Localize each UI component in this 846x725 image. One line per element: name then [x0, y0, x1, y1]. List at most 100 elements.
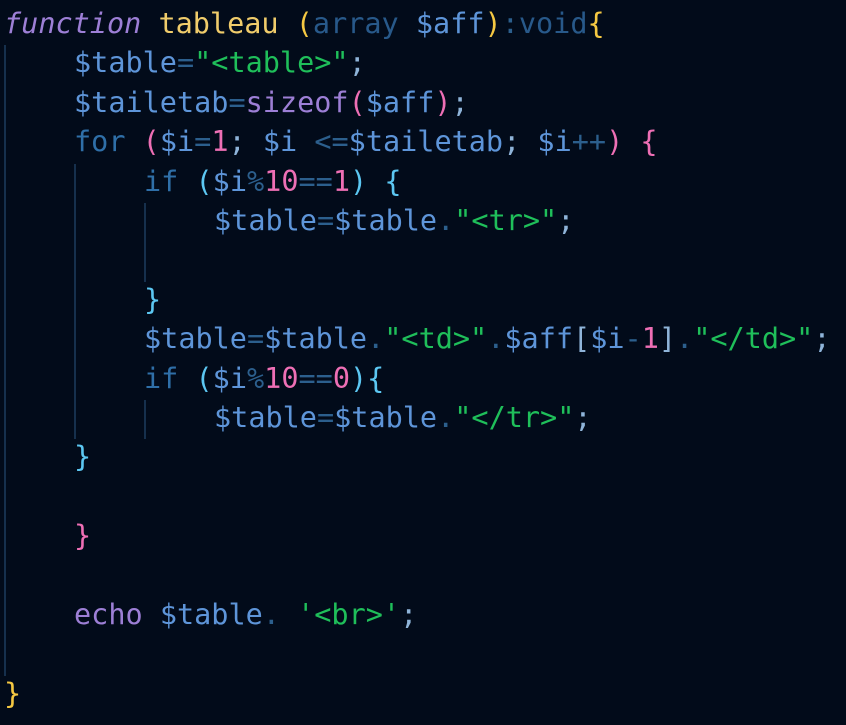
code-line: for ($i=1; $i <=$tailetab; $i++) { — [74, 124, 658, 160]
code-line: echo $table. '<br>'; — [74, 597, 417, 633]
code-token-variable: $i — [212, 361, 247, 395]
code-line: } — [74, 518, 91, 554]
code-line: $table=$table."<tr>"; — [214, 203, 574, 239]
code-token-brace-inner: { — [367, 361, 385, 395]
code-token-operator: == — [298, 361, 333, 395]
code-token-number: 0 — [332, 361, 350, 395]
code-token-variable: $table — [334, 204, 438, 237]
code-token-punctuation: ; — [503, 125, 538, 159]
code-token-brace-inner: } — [144, 282, 162, 316]
code-line: } — [74, 439, 91, 475]
code-line: function tableau (array $aff):void{ — [4, 6, 605, 42]
code-token-brace-outer: } — [4, 676, 22, 710]
code-token-punctuation: ; — [813, 322, 831, 356]
code-token-keyword: function — [4, 7, 142, 40]
code-token-brace-inner: ) — [350, 164, 368, 198]
code-token-variable: $i — [590, 322, 625, 356]
code-token-operator: ++ — [571, 125, 607, 159]
code-token-operator: = — [246, 322, 265, 356]
code-token-string: "</td>" — [693, 322, 814, 356]
code-token-number: 1 — [332, 164, 350, 198]
code-token-operator: . — [367, 322, 385, 356]
code-token-brace-mid: ) — [606, 125, 624, 159]
code-token-variable: $i — [262, 125, 298, 159]
code-token-keyword-flow: for — [74, 125, 126, 159]
code-token-punctuation: ; — [400, 598, 418, 631]
code-token-variable: $table — [159, 598, 263, 631]
code-line: $table=$table."<td>".$aff[$i-1]."</td>"; — [144, 321, 830, 357]
code-token-variable: $table — [214, 401, 317, 434]
code-token-operator: . — [676, 322, 694, 356]
code-token-string: "<tr>" — [454, 204, 558, 237]
code-token-brace-outer: { — [587, 7, 605, 40]
code-line: if ($i%10==0){ — [144, 361, 384, 397]
indent-guide — [144, 400, 146, 440]
indent-guide — [74, 163, 76, 440]
code-token-variable: $i — [159, 125, 195, 159]
code-token-string: "<table>" — [194, 46, 349, 80]
code-token-brace-mid: } — [74, 519, 92, 553]
code-token-punctuation: ; — [574, 401, 592, 434]
code-token-number: 10 — [264, 361, 299, 395]
code-token-brace-inner: ( — [195, 164, 213, 198]
code-token-variable: $table — [144, 322, 247, 356]
code-token-variable: $aff — [365, 85, 435, 119]
code-token-operator: = — [228, 85, 246, 119]
code-token-operator: = — [316, 204, 335, 237]
code-token-brace-outer: ( — [295, 7, 313, 40]
code-token-brace-mid: ) — [434, 85, 452, 119]
indent-guide — [144, 203, 146, 282]
code-token-variable: $aff — [415, 7, 485, 40]
code-token-punctuation: ; — [228, 125, 263, 159]
code-token-brace-mid: { — [640, 125, 658, 159]
code-token-punctuation: [ — [573, 322, 591, 356]
code-token-operator: . — [437, 401, 455, 434]
code-token-variable: $table — [264, 322, 368, 356]
code-token-punctuation: ; — [557, 204, 575, 237]
code-token-keyword-flow: if — [144, 361, 179, 395]
code-token-variable: $i — [537, 125, 572, 159]
code-token-operator: = — [194, 125, 212, 159]
code-token-variable: $tailetab — [348, 125, 504, 159]
code-editor[interactable]: function tableau (array $aff):void{$tabl… — [0, 0, 846, 725]
code-token-brace-inner: { — [384, 164, 402, 198]
code-token-variable: $table — [214, 204, 317, 237]
code-token-operator: % — [247, 361, 265, 395]
code-token-brace-inner: ) — [350, 361, 368, 395]
code-token-operator: : — [501, 7, 519, 40]
code-token-type: array — [312, 7, 399, 40]
code-token-operator: . — [437, 204, 455, 237]
code-token-brace-inner: ( — [195, 361, 213, 395]
code-token-variable: $tailetab — [74, 85, 229, 119]
code-token-operator: % — [247, 164, 265, 198]
code-line: } — [4, 676, 21, 712]
code-token-number: 1 — [641, 322, 659, 356]
code-token-operator: = — [176, 46, 195, 80]
code-token-variable: $table — [74, 46, 177, 80]
code-token-punctuation: ; — [451, 85, 469, 119]
code-line: if ($i%10==1) { — [144, 164, 402, 200]
code-token-keyword: echo — [74, 598, 143, 631]
code-token-punctuation: ] — [658, 322, 677, 356]
code-token-operator: == — [298, 164, 333, 198]
code-token-string: "<td>" — [384, 322, 488, 356]
code-token-keyword: sizeof — [245, 85, 349, 119]
code-token-brace-mid: ( — [348, 85, 366, 119]
code-token-variable: $aff — [504, 322, 574, 356]
code-token-string: "</tr>" — [454, 401, 575, 434]
code-token-operator: <= — [314, 125, 349, 159]
code-token-string: '<br>' — [297, 598, 401, 631]
code-token-punctuation: ; — [348, 46, 366, 80]
code-token-brace-inner: } — [74, 440, 92, 474]
code-token-type: void — [518, 7, 588, 40]
code-token-variable: $table — [334, 401, 438, 434]
code-token-function-name: tableau — [158, 7, 279, 40]
code-token-number: 10 — [264, 164, 299, 198]
